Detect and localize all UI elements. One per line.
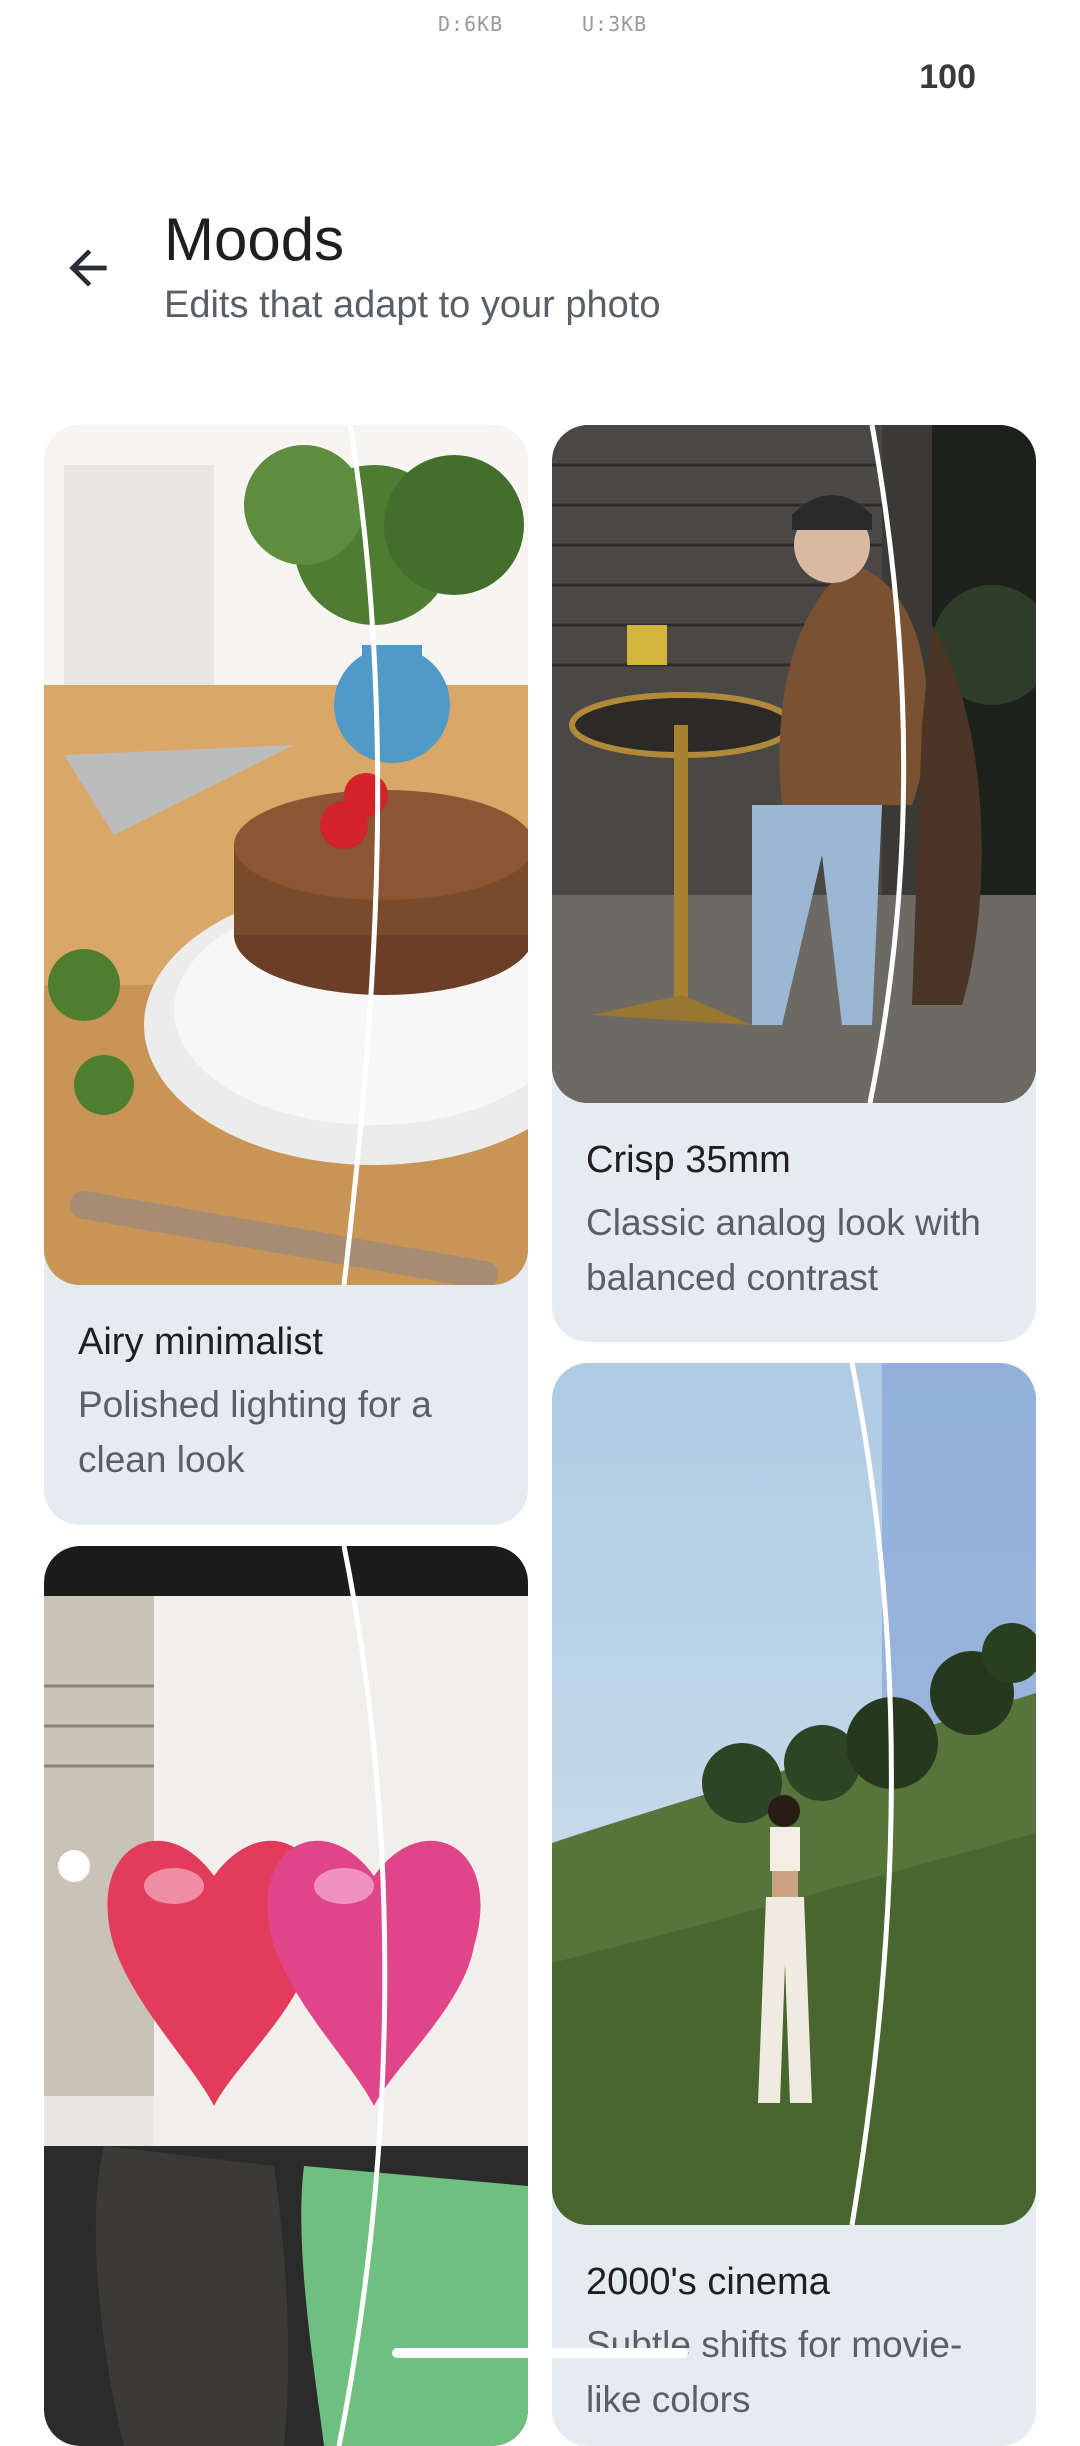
- balloons-photo: [44, 1546, 528, 2446]
- card-title: Crisp 35mm: [586, 1139, 791, 1181]
- card-description: Subtle shifts for movie-like colors: [586, 2324, 963, 2420]
- card-description: Classic analog look with balanced contra…: [586, 1202, 981, 1298]
- page-subtitle: Edits that adapt to your photo: [164, 284, 661, 326]
- card-title: 2000's cinema: [586, 2261, 830, 2303]
- mood-card-balloons[interactable]: [44, 1546, 528, 2446]
- page-title: Moods: [164, 206, 345, 273]
- download-speed: D:6KB: [438, 12, 504, 36]
- mood-card-2000s-cinema[interactable]: 2000's cinema Subtle shifts for movie-li…: [552, 1363, 1036, 2446]
- hillside-photo: [552, 1363, 1036, 2225]
- cake-photo: [44, 425, 528, 1285]
- card-description: Polished lighting for a clean look: [78, 1384, 432, 1480]
- card-title: Airy minimalist: [78, 1321, 323, 1363]
- arrow-back-icon: [69, 249, 107, 287]
- cafe-photo: [552, 425, 1036, 1103]
- mood-card-crisp-35mm[interactable]: Crisp 35mm Classic analog look with bala…: [552, 425, 1036, 1342]
- mood-card-airy-minimalist[interactable]: Airy minimalist Polished lighting for a …: [44, 425, 528, 1525]
- back-button[interactable]: [52, 232, 124, 304]
- upload-speed: U:3KB: [582, 12, 648, 36]
- battery-level: 100: [919, 58, 976, 96]
- gesture-nav-bar[interactable]: [392, 2348, 688, 2358]
